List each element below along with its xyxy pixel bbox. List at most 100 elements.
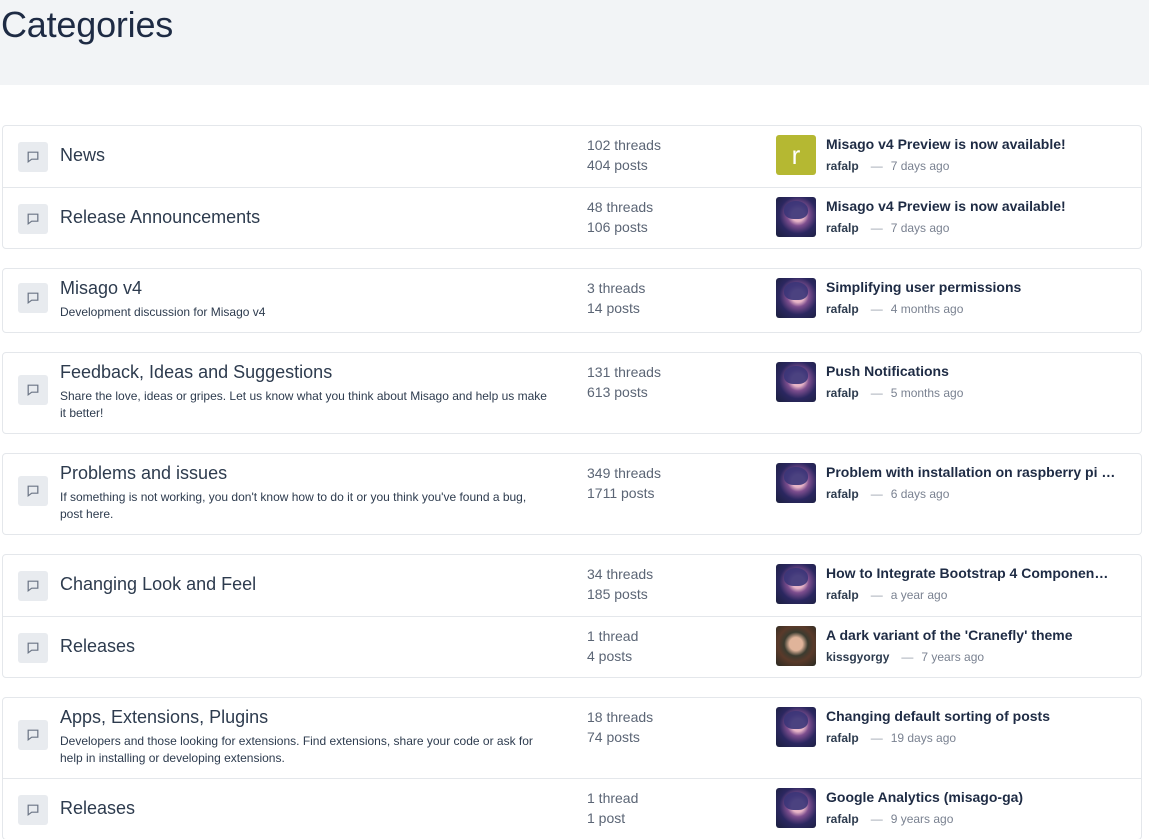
last-post-time[interactable]: 5 months ago xyxy=(891,386,964,400)
last-poster[interactable]: rafalp xyxy=(826,221,859,235)
category-group: Apps, Extensions, Plugins Developers and… xyxy=(2,697,1142,839)
category-group: Changing Look and Feel 34 threads 185 po… xyxy=(2,554,1142,678)
chat-bubble-icon xyxy=(18,204,48,234)
last-thread-title[interactable]: Misago v4 Preview is now available! xyxy=(826,198,1126,214)
last-post-time[interactable]: a year ago xyxy=(891,588,948,602)
threads-count: 3 threads xyxy=(587,280,646,296)
category-row[interactable]: Problems and issues If something is not … xyxy=(3,454,1141,534)
category-name[interactable]: Misago v4 xyxy=(60,278,142,299)
category-group: Problems and issues If something is not … xyxy=(2,453,1142,535)
user-avatar[interactable] xyxy=(776,463,816,503)
last-thread-title[interactable]: Simplifying user permissions xyxy=(826,279,1126,295)
category-row[interactable]: Changing Look and Feel 34 threads 185 po… xyxy=(3,555,1141,616)
posts-count: 404 posts xyxy=(587,157,648,173)
last-thread-meta: rafalp — a year ago xyxy=(826,588,947,602)
user-avatar[interactable] xyxy=(776,564,816,604)
posts-count: 1 post xyxy=(587,810,626,826)
meta-separator: — xyxy=(870,386,883,400)
chat-bubble-icon xyxy=(18,795,48,825)
user-avatar[interactable] xyxy=(776,197,816,237)
posts-count: 185 posts xyxy=(587,586,648,602)
user-avatar[interactable] xyxy=(776,707,816,747)
last-poster[interactable]: rafalp xyxy=(826,588,859,602)
threads-count: 48 threads xyxy=(587,199,654,215)
category-stats: 48 threads 106 posts xyxy=(587,197,653,237)
chat-bubble-icon xyxy=(18,142,48,172)
category-row[interactable]: Release Announcements 48 threads 106 pos… xyxy=(3,187,1141,248)
category-stats: 349 threads 1711 posts xyxy=(587,463,661,503)
last-post-time[interactable]: 7 days ago xyxy=(891,159,950,173)
category-row[interactable]: News 102 threads 404 posts r Misago v4 P… xyxy=(3,126,1141,187)
category-group: Misago v4 Development discussion for Mis… xyxy=(2,268,1142,333)
last-post-time[interactable]: 7 years ago xyxy=(921,650,984,664)
user-avatar[interactable] xyxy=(776,626,816,666)
last-post-time[interactable]: 7 days ago xyxy=(891,221,950,235)
last-thread-title[interactable]: A dark variant of the 'Cranefly' theme xyxy=(826,627,1126,643)
category-name[interactable]: Releases xyxy=(60,636,135,657)
chat-bubble-icon xyxy=(18,375,48,405)
category-row[interactable]: Misago v4 Development discussion for Mis… xyxy=(3,269,1141,332)
category-description: Share the love, ideas or gripes. Let us … xyxy=(60,389,547,420)
meta-separator: — xyxy=(870,731,883,745)
posts-count: 1711 posts xyxy=(587,485,655,501)
user-avatar[interactable] xyxy=(776,362,816,402)
last-thread-title[interactable]: Google Analytics (misago-ga) xyxy=(826,789,1126,805)
category-description: If something is not working, you don't k… xyxy=(60,490,527,521)
category-group: Feedback, Ideas and Suggestions Share th… xyxy=(2,352,1142,434)
threads-count: 1 thread xyxy=(587,790,639,806)
last-post-time[interactable]: 4 months ago xyxy=(891,302,964,316)
last-thread-title[interactable]: How to Integrate Bootstrap 4 Componen… xyxy=(826,565,1126,581)
category-stats: 1 thread 1 post xyxy=(587,788,638,828)
category-stats: 1 thread 4 posts xyxy=(587,626,638,666)
last-post-time[interactable]: 19 days ago xyxy=(891,731,956,745)
posts-count: 613 posts xyxy=(587,384,648,400)
user-avatar[interactable]: r xyxy=(776,135,816,175)
last-poster[interactable]: rafalp xyxy=(826,386,859,400)
category-description: Development discussion for Misago v4 xyxy=(60,305,266,319)
meta-separator: — xyxy=(870,487,883,501)
last-poster[interactable]: kissgyorgy xyxy=(826,650,889,664)
last-thread-meta: rafalp — 7 days ago xyxy=(826,221,949,235)
meta-separator: — xyxy=(870,159,883,173)
category-name[interactable]: Feedback, Ideas and Suggestions xyxy=(60,362,332,383)
category-row[interactable]: Feedback, Ideas and Suggestions Share th… xyxy=(3,353,1141,433)
category-name[interactable]: Releases xyxy=(60,798,135,819)
threads-count: 34 threads xyxy=(587,566,654,582)
category-stats: 102 threads 404 posts xyxy=(587,135,661,175)
posts-count: 106 posts xyxy=(587,219,648,235)
last-thread-title[interactable]: Problem with installation on raspberry p… xyxy=(826,464,1126,480)
category-stats: 34 threads 185 posts xyxy=(587,564,653,604)
last-poster[interactable]: rafalp xyxy=(826,487,859,501)
meta-separator: — xyxy=(870,221,883,235)
user-avatar[interactable] xyxy=(776,788,816,828)
category-row[interactable]: Apps, Extensions, Plugins Developers and… xyxy=(3,698,1141,778)
threads-count: 18 threads xyxy=(587,709,654,725)
meta-separator: — xyxy=(870,302,883,316)
last-poster[interactable]: rafalp xyxy=(826,302,859,316)
last-thread-title[interactable]: Changing default sorting of posts xyxy=(826,708,1126,724)
category-name[interactable]: Problems and issues xyxy=(60,463,227,484)
last-post-time[interactable]: 6 days ago xyxy=(891,487,950,501)
category-row[interactable]: Releases 1 thread 4 posts A dark variant… xyxy=(3,616,1141,677)
page-header: Categories xyxy=(0,0,1149,85)
last-poster[interactable]: rafalp xyxy=(826,159,859,173)
category-stats: 18 threads 74 posts xyxy=(587,707,653,747)
category-name[interactable]: Changing Look and Feel xyxy=(60,574,256,595)
chat-bubble-icon xyxy=(18,476,48,506)
threads-count: 102 threads xyxy=(587,137,661,153)
last-poster[interactable]: rafalp xyxy=(826,731,859,745)
last-thread-title[interactable]: Misago v4 Preview is now available! xyxy=(826,136,1126,152)
category-name[interactable]: Apps, Extensions, Plugins xyxy=(60,707,268,728)
category-row[interactable]: Releases 1 thread 1 post Google Analytic… xyxy=(3,778,1141,839)
last-post-time[interactable]: 9 years ago xyxy=(891,812,954,826)
last-thread-meta: rafalp — 5 months ago xyxy=(826,386,963,400)
meta-separator: — xyxy=(870,812,883,826)
meta-separator: — xyxy=(870,588,883,602)
threads-count: 1 thread xyxy=(587,628,639,644)
last-thread-title[interactable]: Push Notifications xyxy=(826,363,1126,379)
last-poster[interactable]: rafalp xyxy=(826,812,859,826)
category-name[interactable]: Release Announcements xyxy=(60,207,260,228)
category-stats: 3 threads 14 posts xyxy=(587,278,645,318)
category-name[interactable]: News xyxy=(60,145,105,166)
user-avatar[interactable] xyxy=(776,278,816,318)
